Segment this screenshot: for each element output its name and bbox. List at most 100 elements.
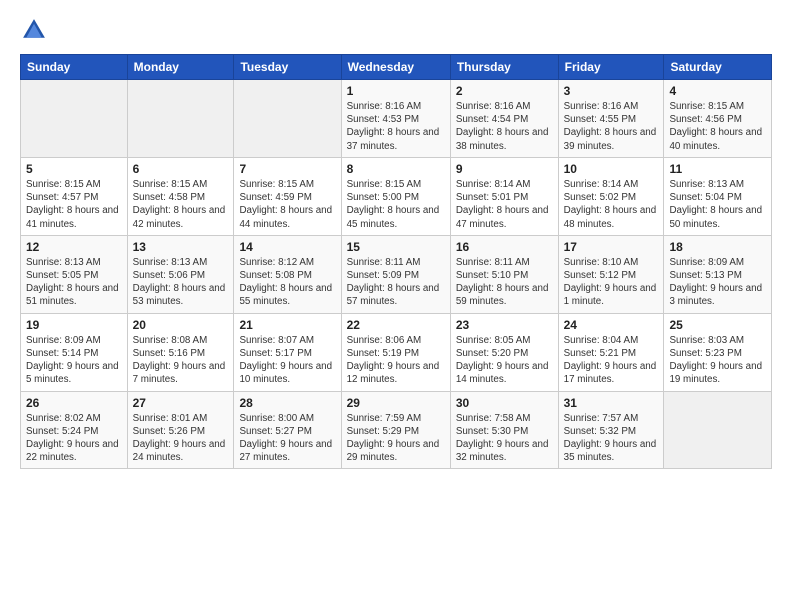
calendar-cell: 8 Sunrise: 8:15 AM Sunset: 5:00 PM Daylig… bbox=[341, 157, 450, 235]
weekday-header: Friday bbox=[558, 55, 664, 80]
calendar-cell: 21 Sunrise: 8:07 AM Sunset: 5:17 PM Dayli… bbox=[234, 313, 341, 391]
calendar-cell bbox=[234, 80, 341, 158]
calendar-header: SundayMondayTuesdayWednesdayThursdayFrid… bbox=[21, 55, 772, 80]
day-number: 17 bbox=[564, 240, 659, 254]
day-number: 25 bbox=[669, 318, 766, 332]
calendar-cell: 24Sunrise: 8:04 AM Sunset: 5:21 PM Dayli… bbox=[558, 313, 664, 391]
calendar-cell: 9Sunrise: 8:14 AM Sunset: 5:01 PM Daylig… bbox=[450, 157, 558, 235]
day-number: 3 bbox=[564, 84, 659, 98]
day-number: 11 bbox=[669, 162, 766, 176]
day-number: 4 bbox=[669, 84, 766, 98]
day-number: 14 bbox=[239, 240, 335, 254]
calendar-cell: 25 Sunrise: 8:03 AM Sunset: 5:23 PM Dayli… bbox=[664, 313, 772, 391]
day-number: 16 bbox=[456, 240, 553, 254]
weekday-row: SundayMondayTuesdayWednesdayThursdayFrid… bbox=[21, 55, 772, 80]
day-info: Sunrise: 7:59 AM Sunset: 5:29 PM Dayligh… bbox=[347, 412, 445, 465]
calendar-cell: 2 Sunrise: 8:16 AM Sunset: 4:54 PM Daylig… bbox=[450, 80, 558, 158]
calendar-cell bbox=[664, 391, 772, 469]
day-number: 5 bbox=[26, 162, 122, 176]
day-info: Sunrise: 8:04 AM Sunset: 5:21 PM Dayligh… bbox=[564, 334, 659, 387]
day-number: 22 bbox=[347, 318, 445, 332]
calendar-cell: 15 Sunrise: 8:11 AM Sunset: 5:09 PM Dayli… bbox=[341, 235, 450, 313]
day-info: Sunrise: 8:01 AM Sunset: 5:26 PM Dayligh… bbox=[133, 412, 229, 465]
calendar-cell: 3 Sunrise: 8:16 AM Sunset: 4:55 PM Daylig… bbox=[558, 80, 664, 158]
day-info: Sunrise: 8:13 AM Sunset: 5:05 PM Dayligh… bbox=[26, 256, 122, 309]
calendar-cell: 10 Sunrise: 8:14 AM Sunset: 5:02 PM Dayli… bbox=[558, 157, 664, 235]
logo bbox=[20, 16, 52, 44]
day-info: Sunrise: 8:06 AM Sunset: 5:19 PM Dayligh… bbox=[347, 334, 445, 387]
day-number: 19 bbox=[26, 318, 122, 332]
day-info: Sunrise: 8:13 AM Sunset: 5:04 PM Dayligh… bbox=[669, 178, 766, 231]
day-info: Sunrise: 8:15 AM Sunset: 4:59 PM Dayligh… bbox=[239, 178, 335, 231]
day-info: Sunrise: 8:10 AM Sunset: 5:12 PM Dayligh… bbox=[564, 256, 659, 309]
day-number: 15 bbox=[347, 240, 445, 254]
calendar-week-row: 12 Sunrise: 8:13 AM Sunset: 5:05 PM Dayli… bbox=[21, 235, 772, 313]
day-info: Sunrise: 8:13 AM Sunset: 5:06 PM Dayligh… bbox=[133, 256, 229, 309]
day-info: Sunrise: 8:07 AM Sunset: 5:17 PM Dayligh… bbox=[239, 334, 335, 387]
day-number: 28 bbox=[239, 396, 335, 410]
day-info: Sunrise: 8:15 AM Sunset: 4:58 PM Dayligh… bbox=[133, 178, 229, 231]
calendar-cell: 5Sunrise: 8:15 AM Sunset: 4:57 PM Daylig… bbox=[21, 157, 128, 235]
calendar-body: 1 Sunrise: 8:16 AM Sunset: 4:53 PM Daylig… bbox=[21, 80, 772, 469]
day-number: 21 bbox=[239, 318, 335, 332]
calendar-cell: 11 Sunrise: 8:13 AM Sunset: 5:04 PM Dayli… bbox=[664, 157, 772, 235]
day-info: Sunrise: 8:15 AM Sunset: 4:56 PM Dayligh… bbox=[669, 100, 766, 153]
weekday-header: Wednesday bbox=[341, 55, 450, 80]
weekday-header: Saturday bbox=[664, 55, 772, 80]
logo-icon bbox=[20, 16, 48, 44]
calendar-cell: 13 Sunrise: 8:13 AM Sunset: 5:06 PM Dayli… bbox=[127, 235, 234, 313]
day-info: Sunrise: 8:03 AM Sunset: 5:23 PM Dayligh… bbox=[669, 334, 766, 387]
day-number: 1 bbox=[347, 84, 445, 98]
day-info: Sunrise: 7:58 AM Sunset: 5:30 PM Dayligh… bbox=[456, 412, 553, 465]
day-number: 26 bbox=[26, 396, 122, 410]
calendar-cell: 7Sunrise: 8:15 AM Sunset: 4:59 PM Daylig… bbox=[234, 157, 341, 235]
day-number: 18 bbox=[669, 240, 766, 254]
day-number: 2 bbox=[456, 84, 553, 98]
header bbox=[20, 16, 772, 44]
calendar-cell: 20 Sunrise: 8:08 AM Sunset: 5:16 PM Dayli… bbox=[127, 313, 234, 391]
day-info: Sunrise: 8:09 AM Sunset: 5:13 PM Dayligh… bbox=[669, 256, 766, 309]
calendar-cell: 26 Sunrise: 8:02 AM Sunset: 5:24 PM Dayli… bbox=[21, 391, 128, 469]
page: SundayMondayTuesdayWednesdayThursdayFrid… bbox=[0, 0, 792, 612]
day-info: Sunrise: 8:11 AM Sunset: 5:09 PM Dayligh… bbox=[347, 256, 445, 309]
calendar-table: SundayMondayTuesdayWednesdayThursdayFrid… bbox=[20, 54, 772, 469]
day-info: Sunrise: 8:08 AM Sunset: 5:16 PM Dayligh… bbox=[133, 334, 229, 387]
calendar-cell: 17 Sunrise: 8:10 AM Sunset: 5:12 PM Dayli… bbox=[558, 235, 664, 313]
day-info: Sunrise: 8:12 AM Sunset: 5:08 PM Dayligh… bbox=[239, 256, 335, 309]
calendar-cell bbox=[127, 80, 234, 158]
calendar-cell: 22 Sunrise: 8:06 AM Sunset: 5:19 PM Dayli… bbox=[341, 313, 450, 391]
day-number: 20 bbox=[133, 318, 229, 332]
day-info: Sunrise: 8:00 AM Sunset: 5:27 PM Dayligh… bbox=[239, 412, 335, 465]
day-info: Sunrise: 8:05 AM Sunset: 5:20 PM Dayligh… bbox=[456, 334, 553, 387]
day-number: 29 bbox=[347, 396, 445, 410]
calendar-cell: 31 Sunrise: 7:57 AM Sunset: 5:32 PM Dayli… bbox=[558, 391, 664, 469]
calendar-cell: 29 Sunrise: 7:59 AM Sunset: 5:29 PM Dayli… bbox=[341, 391, 450, 469]
day-info: Sunrise: 7:57 AM Sunset: 5:32 PM Dayligh… bbox=[564, 412, 659, 465]
calendar-cell: 19Sunrise: 8:09 AM Sunset: 5:14 PM Dayli… bbox=[21, 313, 128, 391]
day-info: Sunrise: 8:16 AM Sunset: 4:53 PM Dayligh… bbox=[347, 100, 445, 153]
calendar-week-row: 1 Sunrise: 8:16 AM Sunset: 4:53 PM Daylig… bbox=[21, 80, 772, 158]
calendar-cell: 28 Sunrise: 8:00 AM Sunset: 5:27 PM Dayli… bbox=[234, 391, 341, 469]
day-number: 23 bbox=[456, 318, 553, 332]
day-info: Sunrise: 8:14 AM Sunset: 5:01 PM Dayligh… bbox=[456, 178, 553, 231]
day-number: 12 bbox=[26, 240, 122, 254]
calendar-cell: 16Sunrise: 8:11 AM Sunset: 5:10 PM Dayli… bbox=[450, 235, 558, 313]
day-number: 30 bbox=[456, 396, 553, 410]
day-info: Sunrise: 8:15 AM Sunset: 5:00 PM Dayligh… bbox=[347, 178, 445, 231]
day-number: 27 bbox=[133, 396, 229, 410]
day-number: 8 bbox=[347, 162, 445, 176]
day-number: 13 bbox=[133, 240, 229, 254]
day-number: 10 bbox=[564, 162, 659, 176]
day-info: Sunrise: 8:14 AM Sunset: 5:02 PM Dayligh… bbox=[564, 178, 659, 231]
day-info: Sunrise: 8:02 AM Sunset: 5:24 PM Dayligh… bbox=[26, 412, 122, 465]
calendar-cell: 14 Sunrise: 8:12 AM Sunset: 5:08 PM Dayli… bbox=[234, 235, 341, 313]
calendar-cell: 4 Sunrise: 8:15 AM Sunset: 4:56 PM Daylig… bbox=[664, 80, 772, 158]
calendar-cell: 27 Sunrise: 8:01 AM Sunset: 5:26 PM Dayli… bbox=[127, 391, 234, 469]
day-info: Sunrise: 8:16 AM Sunset: 4:54 PM Dayligh… bbox=[456, 100, 553, 153]
day-info: Sunrise: 8:16 AM Sunset: 4:55 PM Dayligh… bbox=[564, 100, 659, 153]
calendar-week-row: 19Sunrise: 8:09 AM Sunset: 5:14 PM Dayli… bbox=[21, 313, 772, 391]
calendar-cell: 30 Sunrise: 7:58 AM Sunset: 5:30 PM Dayli… bbox=[450, 391, 558, 469]
calendar-cell: 12 Sunrise: 8:13 AM Sunset: 5:05 PM Dayli… bbox=[21, 235, 128, 313]
calendar-week-row: 26 Sunrise: 8:02 AM Sunset: 5:24 PM Dayli… bbox=[21, 391, 772, 469]
day-number: 31 bbox=[564, 396, 659, 410]
